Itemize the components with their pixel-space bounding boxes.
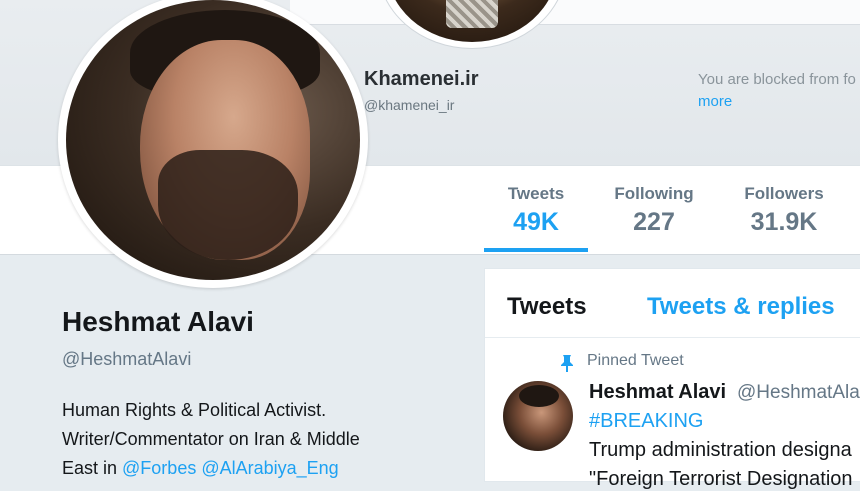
pinned-tweet-label: Pinned Tweet [587, 352, 684, 369]
background-profile-handle: @khamenei_ir [364, 97, 455, 113]
background-profile-name[interactable]: Khamenei.ir [364, 68, 478, 91]
bio-line-prefix: East in [62, 458, 123, 478]
bio-line: Human Rights & Political Activist. [62, 400, 327, 420]
pin-icon [561, 355, 573, 372]
bio-line: East in @Forbes @AlArabiya_Eng [62, 454, 442, 483]
photo-beard [158, 150, 298, 260]
stat-tweets[interactable]: Tweets 49K [484, 184, 588, 237]
stat-following[interactable]: Following 227 [604, 184, 704, 237]
profile-handle: @HeshmatAlavi [62, 349, 192, 369]
mention-forbes-link[interactable]: @Forbes [122, 458, 196, 478]
timeline-panel: Tweets Tweets & replies Pinned Tweet Hes… [484, 268, 860, 490]
tweet-author-name[interactable]: Heshmat Alavi [589, 381, 726, 404]
active-tab-indicator [484, 248, 588, 252]
stat-tweets-value: 49K [513, 208, 559, 236]
tab-tweets-and-replies[interactable]: Tweets & replies [647, 293, 835, 321]
profile-bio: Human Rights & Political Activist. Write… [62, 396, 442, 483]
tab-tweets[interactable]: Tweets [507, 293, 587, 321]
timeline-tabs: Tweets Tweets & replies [485, 269, 860, 338]
profile-name[interactable]: Heshmat Alavi [62, 306, 254, 338]
stat-followers-label: Followers [744, 184, 824, 203]
profile-photo [66, 0, 360, 280]
tweet-text-line: Trump administration designa [589, 439, 852, 461]
stat-following-label: Following [614, 184, 694, 203]
stat-followers-value: 31.9K [750, 208, 818, 236]
stat-following-value: 227 [633, 208, 675, 236]
tweet-author-handle: @HeshmatAla [737, 382, 860, 403]
stat-followers[interactable]: Followers 31.9K [728, 184, 840, 237]
bio-line: Writer/Commentator on Iran & Middle [62, 429, 360, 449]
stat-tweets-label: Tweets [507, 184, 565, 203]
tweet-author-avatar[interactable] [503, 381, 573, 451]
profile-avatar[interactable] [58, 0, 368, 288]
tweet-hashtag-link[interactable]: #BREAKING [589, 410, 703, 433]
blocked-notice: You are blocked from fo [698, 71, 856, 88]
top-bar [290, 0, 860, 25]
mention-alarabiya-link[interactable]: @AlArabiya_Eng [201, 458, 338, 478]
learn-more-link[interactable]: more [698, 93, 732, 110]
